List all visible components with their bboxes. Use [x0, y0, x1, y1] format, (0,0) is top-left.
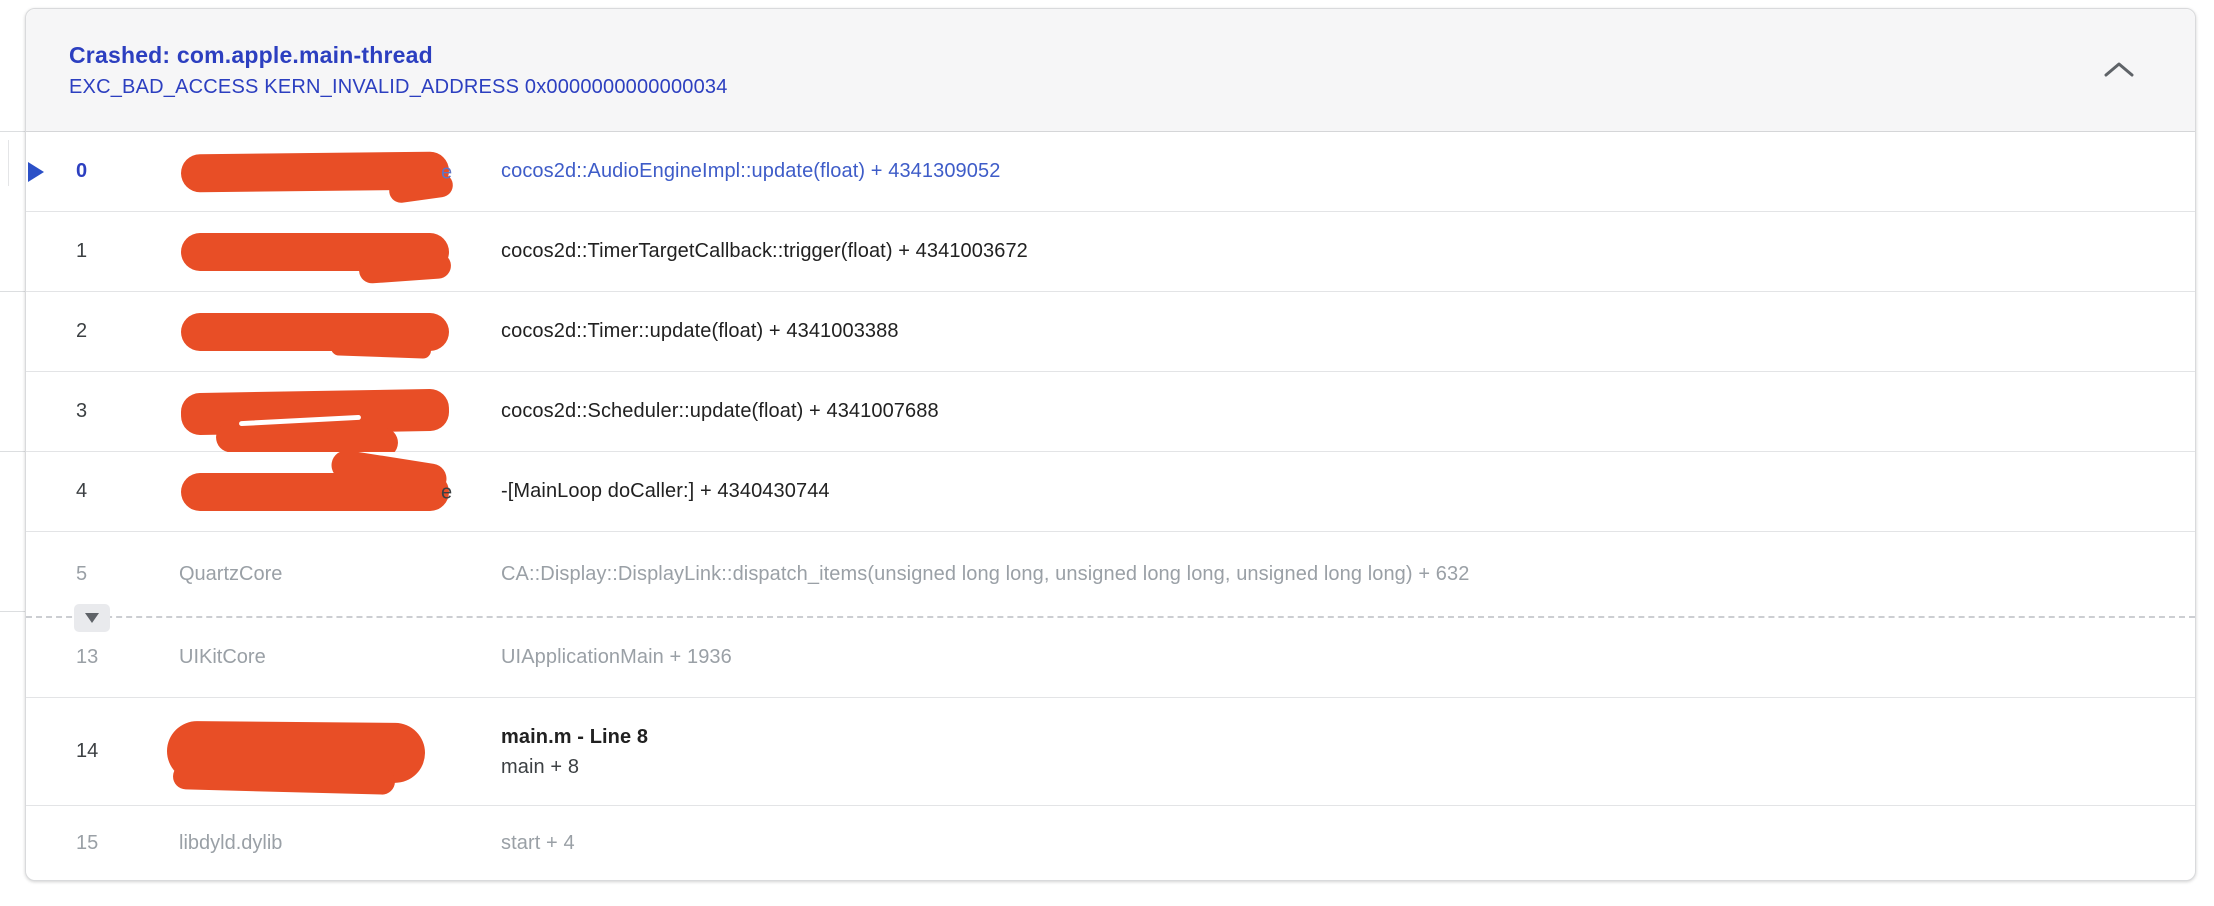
- redaction-remnant-text: e: [441, 160, 453, 183]
- frame-symbol-link[interactable]: cocos2d::AudioEngineImpl::update(float) …: [501, 160, 2195, 183]
- frame-library: e: [179, 452, 501, 531]
- frame-number: 13: [76, 646, 99, 668]
- frame-library: libdyld.dylib: [179, 831, 283, 854]
- chevron-up-icon: [2104, 62, 2134, 77]
- play-arrow-icon: [28, 161, 44, 182]
- frame-symbol: CA::Display::DisplayLink::dispatch_items…: [501, 562, 1470, 585]
- frame-symbol: cocos2d::Scheduler::update(float) + 4341…: [501, 400, 939, 422]
- frame-library: UIKitCore: [179, 646, 266, 668]
- redaction-scribble: [181, 312, 449, 351]
- triangle-down-icon: [85, 613, 99, 623]
- background-row-divider: [0, 131, 26, 132]
- frame-library: [179, 292, 501, 371]
- crashed-thread-card: Crashed: com.apple.main-thread EXC_BAD_A…: [25, 8, 2196, 881]
- stack-frame-row[interactable]: 13 UIKitCore UIApplicationMain + 1936: [26, 618, 2195, 698]
- frame-library: e: [179, 132, 501, 211]
- stack-frame-row[interactable]: 15 libdyld.dylib start + 4: [26, 806, 2195, 880]
- frame-symbol: cocos2d::Timer::update(float) + 43410033…: [501, 320, 899, 342]
- frame-library: [166, 698, 501, 805]
- stack-frame-row[interactable]: 2 cocos2d::Timer::update(float) + 434100…: [26, 292, 2195, 372]
- collapse-thread-button[interactable]: [2095, 53, 2143, 87]
- thread-title: Crashed: com.apple.main-thread: [69, 41, 433, 68]
- frame-symbol: UIApplicationMain + 1936: [501, 646, 732, 668]
- frame-number: 3: [76, 400, 88, 422]
- redaction-remnant-text: e: [441, 480, 453, 503]
- frame-source-file: main.m - Line 8: [501, 725, 649, 748]
- expand-hidden-frames-button[interactable]: [74, 604, 110, 632]
- frame-library: [179, 212, 501, 291]
- frame-number: 14: [76, 740, 99, 762]
- stack-frame-row[interactable]: 1 cocos2d::TimerTargetCallback::trigger(…: [26, 212, 2195, 292]
- exception-subtitle: EXC_BAD_ACCESS KERN_INVALID_ADDRESS 0x00…: [69, 75, 728, 98]
- stack-frame-list: 0 e cocos2d::AudioEngineImpl::update(flo…: [26, 132, 2195, 880]
- redaction-scribble: [181, 472, 449, 511]
- redaction-scribble: [166, 720, 426, 783]
- stack-frame-row[interactable]: 3 cocos2d::Scheduler::update(float) + 43…: [26, 372, 2195, 452]
- thread-header-text: Crashed: com.apple.main-thread EXC_BAD_A…: [69, 42, 728, 99]
- frame-symbol: main.m - Line 8 main + 8: [501, 722, 2195, 782]
- frame-number: 4: [76, 480, 88, 502]
- frame-number: 1: [76, 240, 88, 262]
- frame-symbol: start + 4: [501, 831, 575, 854]
- thread-header[interactable]: Crashed: com.apple.main-thread EXC_BAD_A…: [26, 9, 2195, 132]
- frame-library: QuartzCore: [179, 562, 283, 585]
- frame-symbol-sub: main + 8: [501, 755, 580, 778]
- frame-number: 0: [76, 160, 88, 182]
- background-row-divider: [0, 611, 26, 612]
- frame-symbol: cocos2d::TimerTargetCallback::trigger(fl…: [501, 240, 1028, 262]
- stack-frame-row[interactable]: 4 e -[MainLoop doCaller:] + 4340430744: [26, 452, 2195, 532]
- frame-symbol: -[MainLoop doCaller:] + 4340430744: [501, 480, 830, 502]
- frame-number: 5: [76, 562, 88, 585]
- background-row-divider: [0, 451, 26, 452]
- frame-number: 2: [76, 320, 88, 342]
- redaction-scribble: [181, 232, 449, 271]
- stack-frame-row[interactable]: 14 main.m - Line 8 main + 8: [26, 698, 2195, 806]
- frame-number: 15: [76, 831, 99, 854]
- background-row-divider: [0, 291, 26, 292]
- stack-frame-row[interactable]: 5 QuartzCore CA::Display::DisplayLink::d…: [26, 532, 2195, 618]
- background-edge-line: [8, 140, 9, 186]
- stack-frame-row[interactable]: 0 e cocos2d::AudioEngineImpl::update(flo…: [26, 132, 2195, 212]
- frame-library: [179, 372, 501, 451]
- crashlytics-stack-trace-panel: Crashed: com.apple.main-thread EXC_BAD_A…: [0, 0, 2214, 906]
- redaction-scribble: [180, 388, 450, 435]
- redaction-scribble: [180, 151, 450, 192]
